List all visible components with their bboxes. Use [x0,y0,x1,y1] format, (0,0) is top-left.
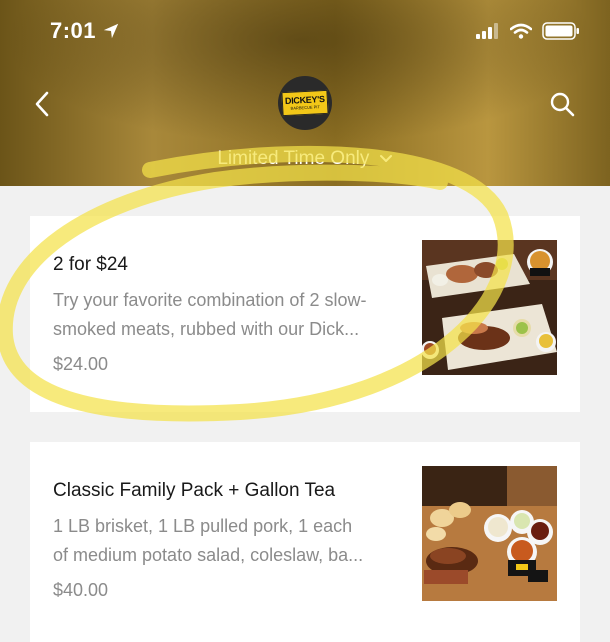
item-description: Try your favorite combination of 2 slow-… [53,290,367,339]
chevron-left-icon [35,91,49,117]
menu-category-label: Limited Time Only [217,148,370,169]
item-price: $24.00 [53,354,109,374]
menu-item-card[interactable]: 2 for $24 Try your favorite combination … [30,216,580,412]
back-button[interactable] [26,88,58,120]
item-name: Classic Family Pack + Gallon Tea [53,480,336,501]
battery-icon [542,22,579,40]
restaurant-logo: DICKEY'S BARBECUE PIT [278,76,332,130]
item-photo [422,466,557,601]
logo-subtext: BARBECUE PIT [290,104,321,111]
search-icon [550,92,575,117]
status-indicators [476,22,580,40]
item-name: 2 for $24 [53,254,128,275]
search-button[interactable] [546,88,578,120]
menu-item-card[interactable]: Classic Family Pack + Gallon Tea 1 LB br… [30,442,580,642]
item-photo [422,240,557,375]
location-arrow-icon [103,23,119,39]
signal-icon [476,23,498,39]
header: 7:01 DICKEY'S BARBECUE PIT Limited Time … [0,0,610,186]
menu-category-dropdown[interactable]: Limited Time Only [0,148,610,170]
chevron-down-icon [379,155,392,162]
status-time: 7:01 [50,18,97,43]
item-description: 1 LB brisket, 1 LB pulled pork, 1 each o… [53,516,364,565]
item-price: $40.00 [53,580,109,600]
wifi-icon [510,23,532,39]
